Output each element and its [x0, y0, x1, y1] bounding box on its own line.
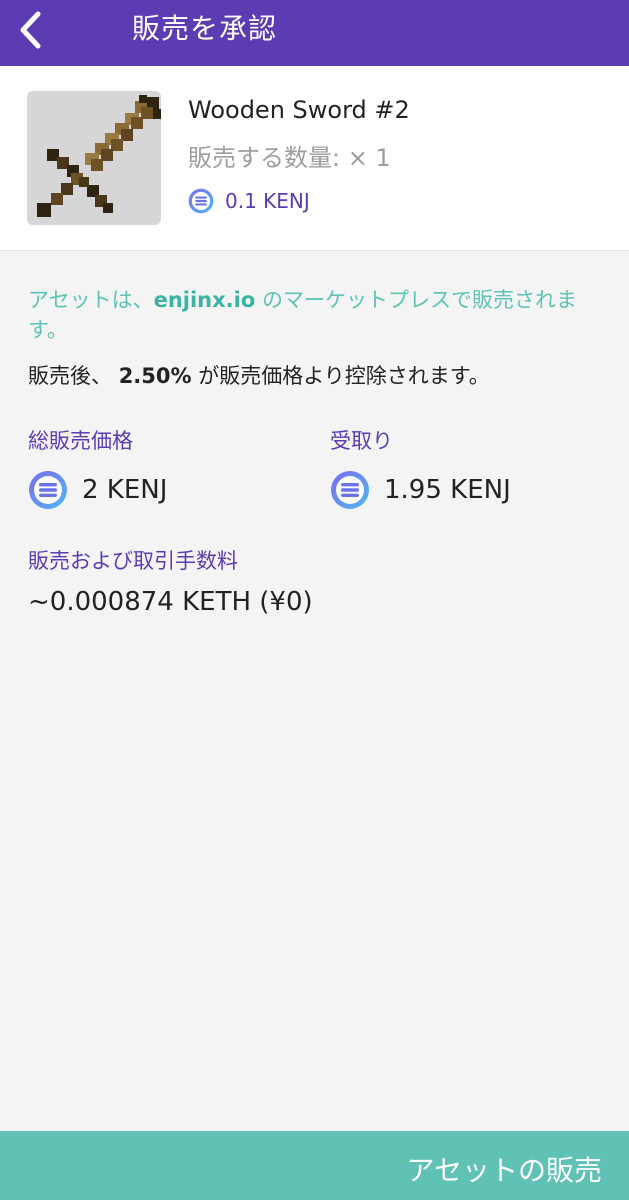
- item-card: Wooden Sword #2 販売する数量: × 1 0.1 KENJ: [0, 66, 629, 251]
- item-name: Wooden Sword #2: [188, 96, 410, 124]
- wooden-sword-icon: [37, 95, 161, 217]
- enjin-coin-icon: [188, 188, 214, 214]
- chevron-left-icon: [20, 11, 41, 49]
- sell-asset-button[interactable]: アセットの販売: [0, 1131, 629, 1200]
- item-price: 0.1 KENJ: [188, 188, 310, 214]
- fee-notice-suffix: が販売価格より控除されます。: [191, 364, 490, 388]
- item-price-value: 0.1 KENJ: [225, 189, 310, 213]
- fee-notice-prefix: 販売後、: [28, 364, 119, 388]
- total-sale-price-label: 総販売価格: [28, 429, 133, 453]
- receive-label: 受取り: [330, 429, 393, 453]
- total-sale-price-value: 2 KENJ: [82, 475, 168, 505]
- marketplace-notice-prefix: アセットは、: [28, 288, 154, 312]
- receive-amount: 1.95 KENJ: [330, 470, 511, 510]
- fees-value: ~0.000874 KETH (¥0): [28, 587, 313, 617]
- fee-notice: 販売後、 2.50% が販売価格より控除されます。: [28, 360, 490, 390]
- page-title: 販売を承認: [132, 12, 278, 45]
- fees-label: 販売および取引手数料: [28, 549, 238, 573]
- item-image: [27, 91, 161, 225]
- marketplace-link[interactable]: enjinx.io: [154, 288, 256, 312]
- receive-amount-value: 1.95 KENJ: [384, 475, 511, 505]
- fee-percent: 2.50%: [118, 364, 192, 388]
- total-sale-price: 2 KENJ: [28, 470, 167, 510]
- app-bar: 販売を承認: [0, 0, 629, 66]
- sell-asset-button-label: アセットの販売: [406, 1154, 602, 1187]
- marketplace-notice: アセットは、enjinx.io のマーケットプレスで販売されます。: [28, 285, 588, 345]
- enjin-coin-icon: [331, 471, 369, 509]
- enjin-coin-icon: [29, 471, 67, 509]
- back-button[interactable]: [6, 6, 54, 54]
- item-quantity: 販売する数量: × 1: [188, 144, 391, 172]
